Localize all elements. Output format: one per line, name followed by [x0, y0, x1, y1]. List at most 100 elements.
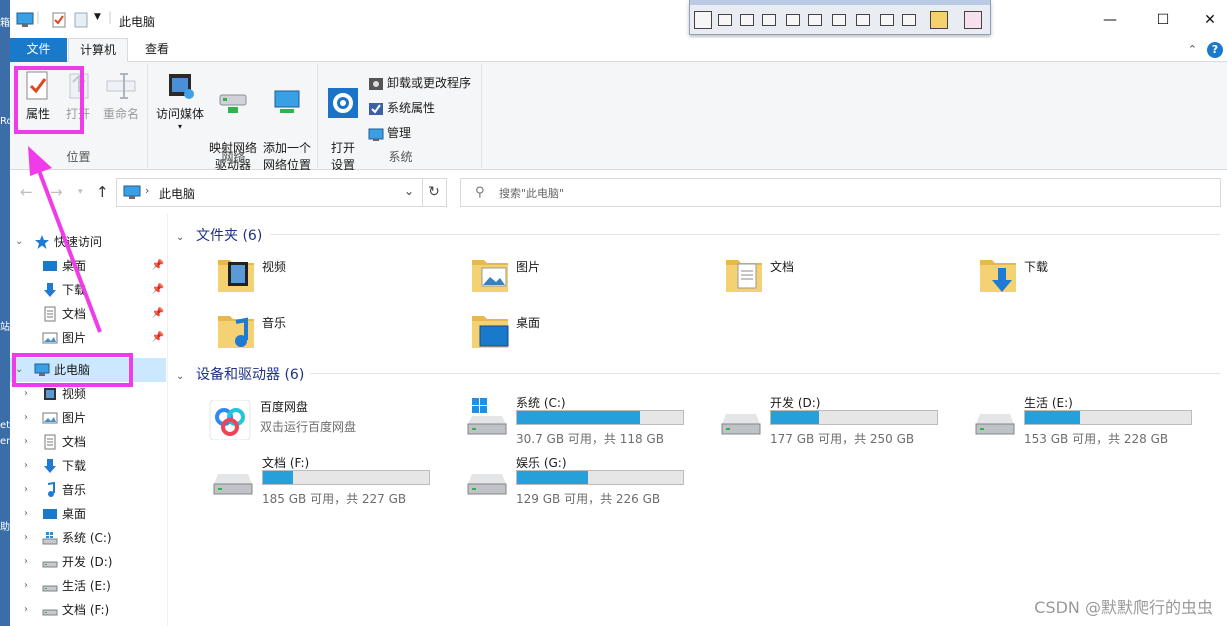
chevron-right-icon[interactable]: › — [24, 502, 28, 526]
rename-icon — [106, 73, 136, 99]
folder-desktop[interactable]: 桌面 — [470, 310, 710, 360]
section-header-folders[interactable]: ⌄ 文件夹 (6) — [176, 225, 262, 245]
manage-label: 管理 — [387, 126, 412, 140]
drive-icon — [467, 474, 507, 495]
system-properties-button[interactable]: 系统属性 — [368, 97, 435, 119]
chevron-right-icon[interactable]: › — [24, 598, 28, 622]
recent-dropdown-icon[interactable]: ▾ — [78, 187, 83, 197]
address-bar[interactable]: › 此电脑 ⌄ — [116, 178, 423, 207]
baidu-netdisk[interactable]: 百度网盘 双击运行百度网盘 — [208, 394, 458, 450]
chevron-right-icon[interactable]: › — [24, 406, 28, 430]
chevron-right-icon[interactable]: › — [24, 526, 28, 550]
drive-free-space: 177 GB 可用，共 250 GB — [770, 432, 915, 446]
chevron-down-icon[interactable]: ⌄ — [404, 184, 414, 198]
refresh-button[interactable]: ↻ — [422, 178, 447, 207]
nav-label: 文档 (F:) — [62, 603, 110, 617]
nav-quick-access[interactable]: ⌄ 快速访问 — [10, 230, 166, 254]
folder-downloads[interactable]: 下载 — [978, 254, 1218, 304]
drive-f[interactable]: 文档 (F:) 185 GB 可用，共 227 GB — [210, 452, 460, 508]
search-input[interactable] — [499, 183, 1099, 203]
object-capture-icon[interactable] — [880, 14, 894, 26]
pin-icon[interactable]: 📌 — [152, 278, 164, 302]
folder-videos[interactable]: 视频 — [216, 254, 456, 304]
nav-pc-drive-c[interactable]: › 系统 (C:) — [10, 526, 166, 550]
drive-e[interactable]: 生活 (E:) 153 GB 可用，共 228 GB — [972, 392, 1222, 448]
drive-d[interactable]: 开发 (D:) 177 GB 可用，共 250 GB — [718, 392, 968, 448]
nav-pc-drive-e[interactable]: › 生活 (E:) — [10, 574, 166, 598]
drive-icon — [42, 609, 58, 616]
properties-icon[interactable] — [52, 12, 66, 28]
nav-pc-documents[interactable]: › 文档 — [10, 430, 166, 454]
menu-capture-icon[interactable] — [832, 14, 846, 26]
palette-icon[interactable] — [930, 11, 948, 29]
nav-pc-desktop[interactable]: › 桌面 — [10, 502, 166, 526]
nav-quick-documents[interactable]: 文档 📌 — [10, 302, 166, 326]
tab-view[interactable]: 查看 — [136, 38, 178, 62]
up-arrow-icon[interactable]: ↑ — [96, 183, 109, 201]
chevron-right-icon[interactable]: › — [24, 574, 28, 598]
folder-documents[interactable]: 文档 — [724, 254, 964, 304]
highlighter-icon[interactable] — [964, 11, 982, 29]
search-box[interactable]: ⚲ — [460, 178, 1221, 207]
navigation-pane: ⌄ 快速访问 桌面 📌 下载 📌 文档 📌 图片 📌 ⌄ 此电脑 › 视频 › … — [10, 214, 168, 626]
scroll-capture-icon[interactable] — [808, 14, 822, 26]
chevron-right-icon[interactable]: › — [24, 478, 28, 502]
folder-music[interactable]: 音乐 — [216, 310, 456, 360]
region-capture-icon[interactable] — [762, 14, 776, 26]
window-capture-icon[interactable] — [718, 14, 732, 26]
rename-button[interactable]: 重命名 — [100, 70, 142, 123]
nav-pc-downloads[interactable]: › 下载 — [10, 454, 166, 478]
maximize-button[interactable]: ☐ — [1148, 8, 1178, 32]
tab-file[interactable]: 文件 — [10, 38, 67, 62]
desktop-folder-icon — [472, 316, 509, 348]
chevron-down-icon[interactable]: ⌄ — [176, 371, 190, 382]
uninstall-icon — [369, 77, 383, 90]
separator: | — [108, 10, 113, 24]
close-button[interactable]: ✕ — [1195, 8, 1225, 32]
nav-pc-pictures[interactable]: › 图片 — [10, 406, 166, 430]
chevron-right-icon[interactable]: › — [24, 550, 28, 574]
new-folder-icon[interactable] — [74, 12, 88, 28]
drive-c[interactable]: 系统 (C:) 30.7 GB 可用，共 118 GB — [464, 392, 714, 448]
quick-access-dropdown-icon[interactable]: ▼ — [94, 12, 101, 22]
device-subtitle: 双击运行百度网盘 — [260, 420, 357, 434]
music-folder-icon — [218, 316, 254, 348]
breadcrumb-chevron-icon[interactable]: › — [145, 184, 149, 197]
chevron-up-icon[interactable]: ⌃ — [1188, 43, 1197, 56]
tab-computer[interactable]: 计算机 — [68, 38, 128, 63]
nav-pc-drive-f[interactable]: › 文档 (F:) — [10, 598, 166, 622]
chevron-right-icon[interactable]: › — [24, 454, 28, 478]
access-media-button[interactable]: 访问媒体 ▾ — [154, 70, 206, 131]
nav-pc-drive-d[interactable]: › 开发 (D:) — [10, 550, 166, 574]
nav-quick-downloads[interactable]: 下载 📌 — [10, 278, 166, 302]
freehand-capture-icon[interactable] — [786, 14, 800, 26]
chevron-down-icon[interactable]: ⌄ — [15, 230, 23, 254]
drive-icon — [213, 474, 253, 495]
pin-icon[interactable]: 📌 — [152, 302, 164, 326]
back-arrow-icon[interactable]: ← — [20, 183, 33, 201]
nav-quick-pictures[interactable]: 图片 📌 — [10, 326, 166, 350]
folder-pictures[interactable]: 图片 — [470, 254, 710, 304]
nav-pc-music[interactable]: › 音乐 — [10, 478, 166, 502]
pin-icon[interactable]: 📌 — [152, 254, 164, 278]
section-header-devices[interactable]: ⌄ 设备和驱动器 (6) — [176, 364, 304, 384]
document-icon — [44, 306, 56, 322]
chevron-right-icon[interactable]: › — [24, 430, 28, 454]
fixed-region-icon[interactable] — [856, 14, 870, 26]
breadcrumb[interactable]: 此电脑 — [159, 185, 195, 202]
open-icon[interactable] — [694, 11, 712, 29]
pin-icon[interactable]: 📌 — [152, 326, 164, 350]
uninstall-label: 卸载或更改程序 — [387, 76, 472, 90]
help-icon[interactable]: ? — [1207, 42, 1223, 58]
uninstall-program-button[interactable]: 卸载或更改程序 — [368, 72, 471, 94]
fullscreen-capture-icon[interactable] — [740, 14, 754, 26]
minimize-button[interactable]: — — [1095, 8, 1125, 32]
highlight-properties — [14, 66, 84, 134]
crosshair-icon[interactable] — [902, 14, 916, 26]
download-icon — [44, 459, 56, 473]
forward-arrow-icon[interactable]: → — [50, 183, 63, 201]
manage-button[interactable]: 管理 — [368, 122, 411, 144]
nav-quick-desktop[interactable]: 桌面 📌 — [10, 254, 166, 278]
chevron-down-icon[interactable]: ⌄ — [176, 232, 190, 243]
drive-g[interactable]: 娱乐 (G:) 129 GB 可用，共 226 GB — [464, 452, 714, 508]
